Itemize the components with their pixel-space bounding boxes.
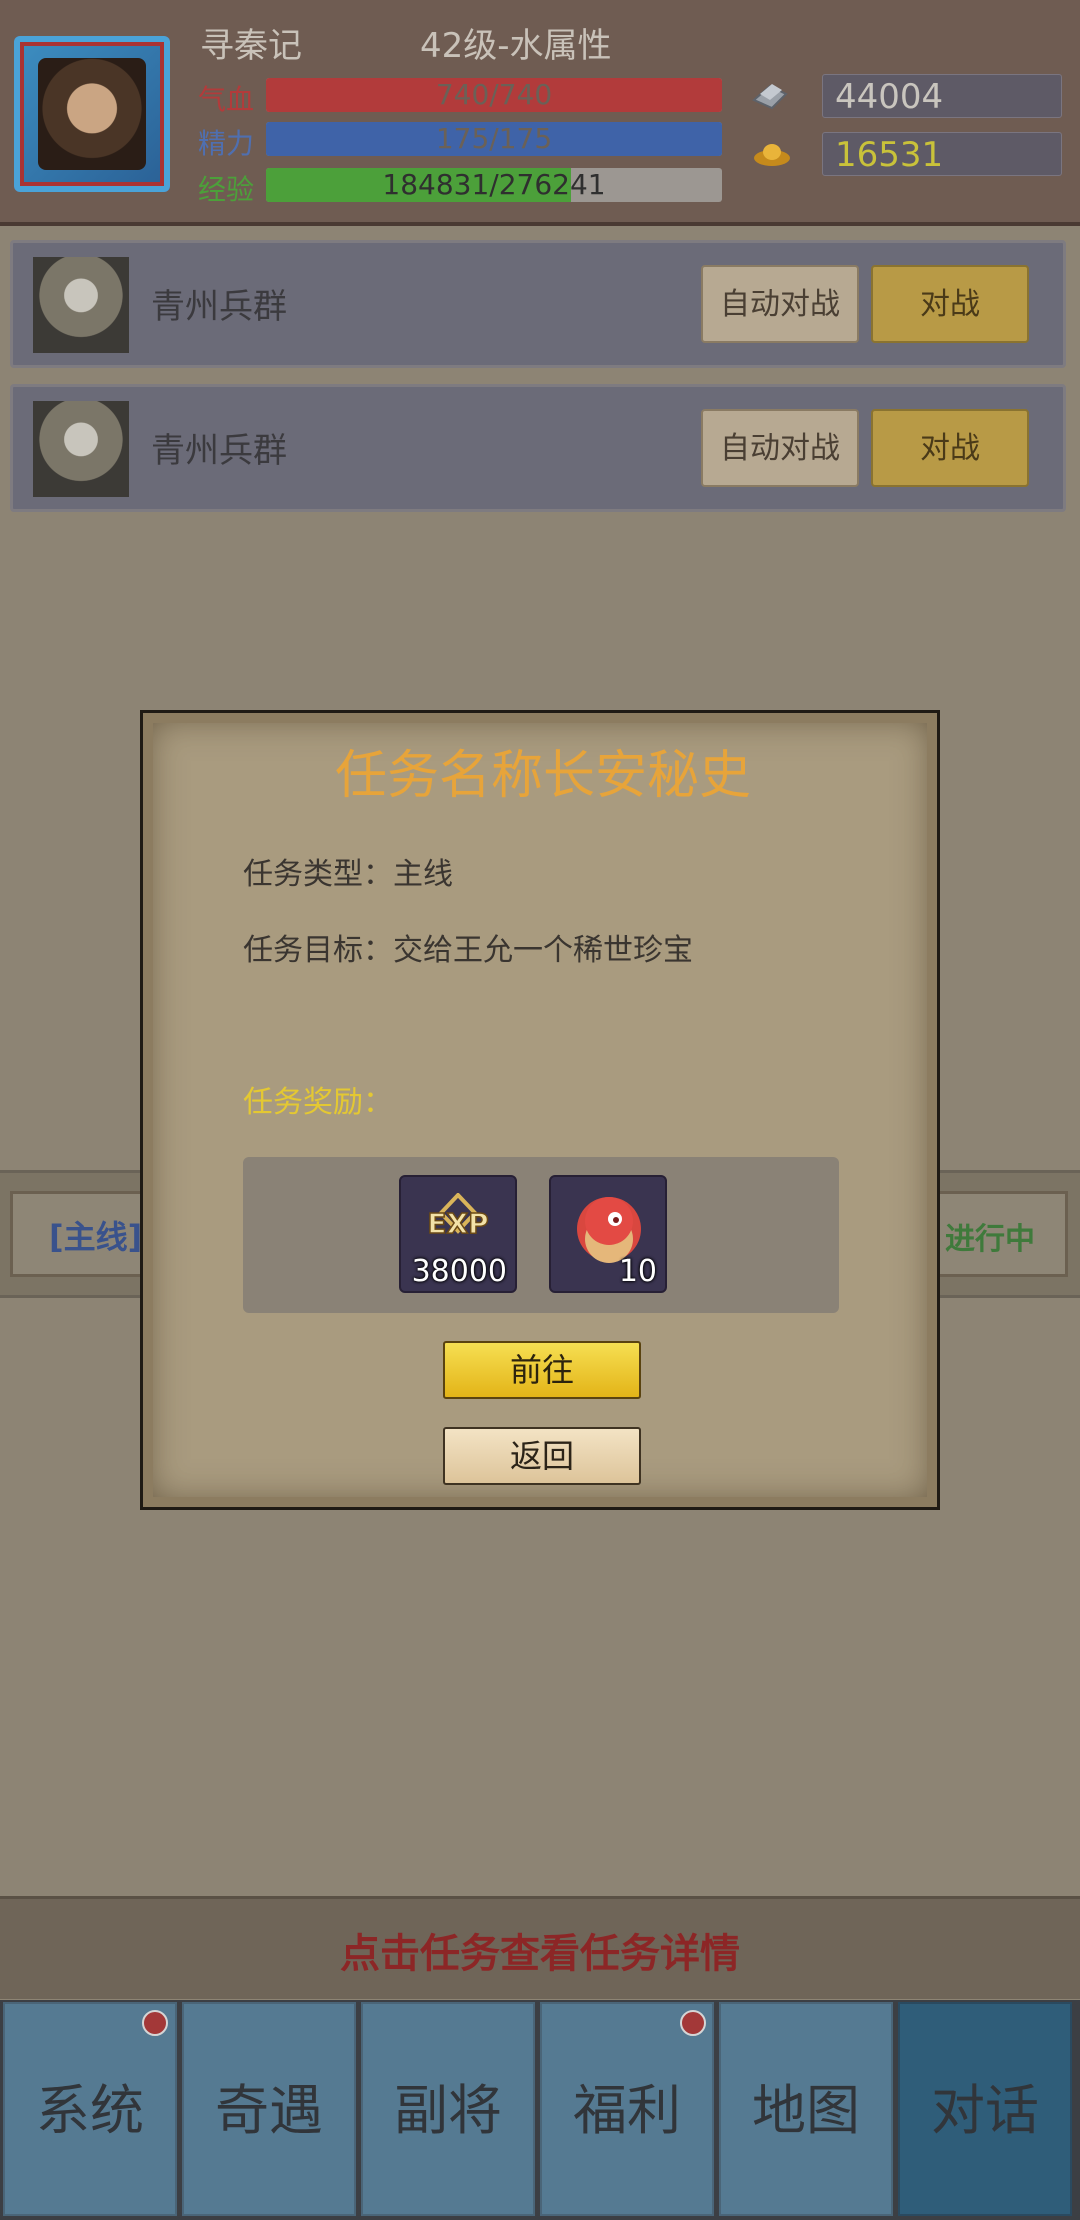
quest-target-line: 任务目标：交给王允一个稀世珍宝	[243, 925, 693, 969]
reward-slot[interactable]: 10	[549, 1175, 667, 1293]
reward-panel: EXP 38000 10	[243, 1157, 839, 1313]
dialog-title: 任务名称长安秘史	[334, 746, 751, 806]
quest-target-label: 任务目标：	[243, 933, 393, 968]
quest-detail-dialog: 任务名称长安秘史 任务类型：主线 任务目标：交给王允一个稀世珍宝 任务奖励： E…	[140, 710, 940, 1510]
reward-quantity: 38000	[411, 1254, 507, 1289]
go-button[interactable]: 前往	[443, 1341, 641, 1399]
reward-quantity: 10	[618, 1254, 657, 1289]
quest-target-value: 交给王允一个稀世珍宝	[393, 933, 693, 968]
reward-label: 任务奖励：	[243, 1085, 393, 1120]
svg-text:EXP: EXP	[427, 1207, 488, 1240]
quest-type-label: 任务类型：	[243, 857, 393, 892]
exp-icon: EXP	[427, 1193, 489, 1241]
back-button[interactable]: 返回	[443, 1427, 641, 1485]
quest-type-value: 主线	[393, 857, 453, 892]
quest-type-line: 任务类型：主线	[243, 849, 453, 893]
reward-slot[interactable]: EXP 38000	[399, 1175, 517, 1293]
